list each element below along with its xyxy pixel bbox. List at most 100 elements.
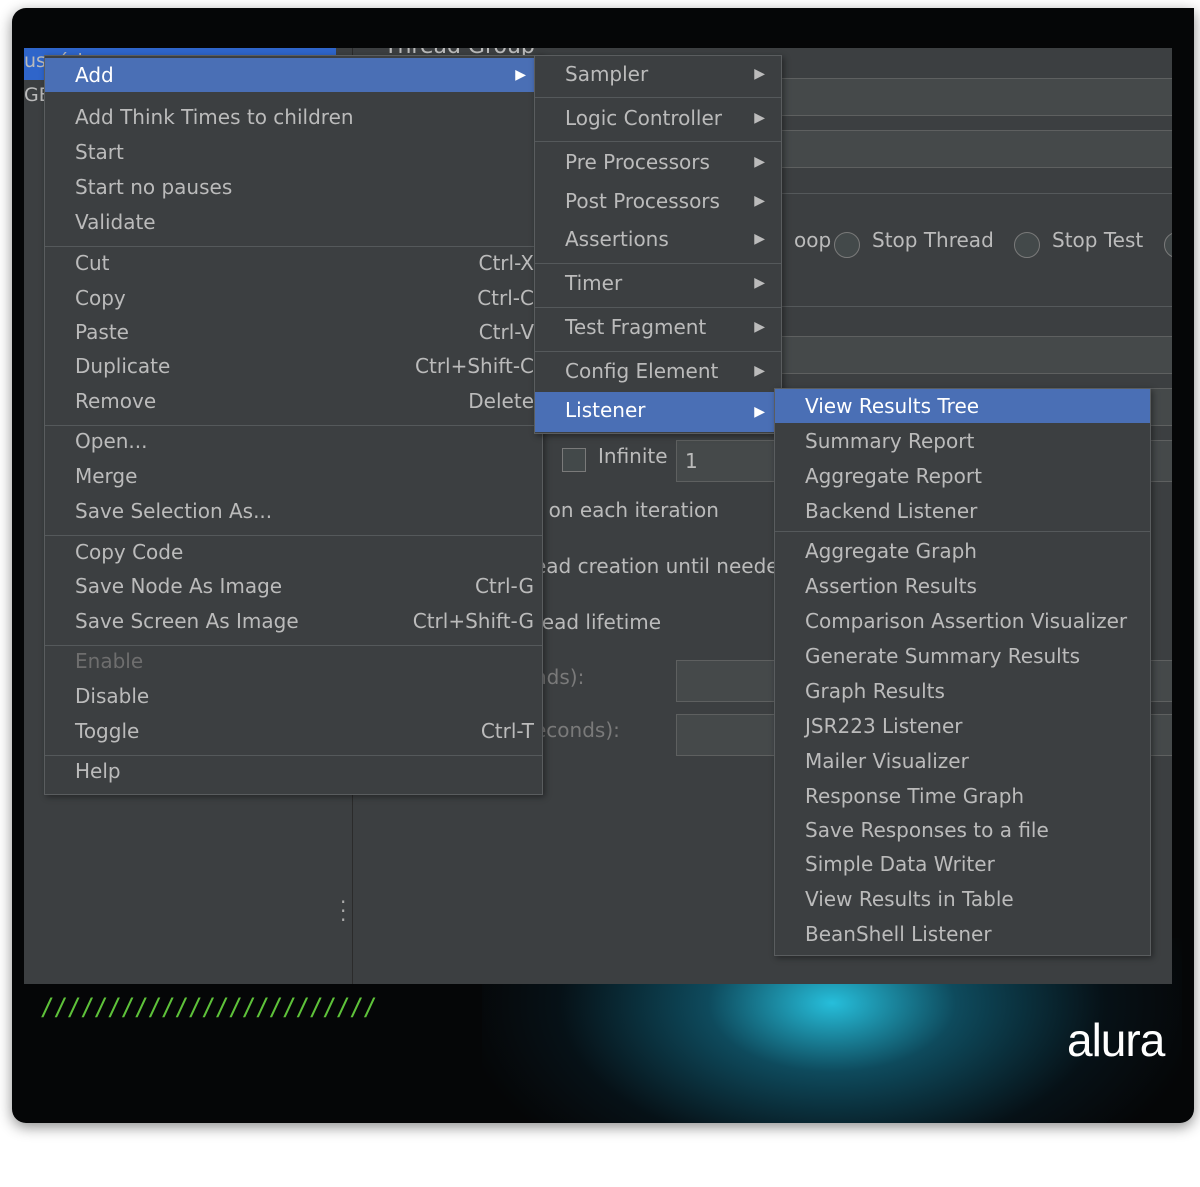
comments-field[interactable] — [774, 130, 1172, 168]
menu-item-label: Add — [75, 63, 114, 87]
menu-item-label: Save Selection As... — [75, 499, 273, 523]
menu-item-label: Save Node As Image — [75, 574, 283, 598]
submenu-arrow-icon: ▶ — [754, 66, 765, 82]
listener-item[interactable]: Simple Data Writer — [775, 847, 1150, 881]
listener-item[interactable]: View Results Tree — [775, 389, 1150, 423]
menu-item-label: Merge — [75, 464, 138, 488]
listener-item[interactable]: Comparison Assertion Visualizer — [775, 604, 1150, 638]
listener-item[interactable]: Response Time Graph — [775, 779, 1150, 813]
infinite-label: Infinite — [598, 444, 668, 468]
menu-item-merge[interactable]: Merge — [45, 459, 542, 493]
menu-separator — [535, 263, 781, 264]
menu-item-start-no-pauses[interactable]: Start no pauses — [45, 170, 542, 204]
menu-item-label: Pre Processors — [565, 150, 710, 174]
stop-thread-radio[interactable] — [834, 232, 860, 258]
menu-item-assertions[interactable]: Assertions ▶ — [535, 222, 781, 256]
submenu-arrow-icon: ▶ — [754, 275, 765, 291]
menu-item-label: Copy Code — [75, 540, 184, 564]
listener-item[interactable]: Aggregate Report — [775, 459, 1150, 493]
alura-logo: alura — [1067, 1014, 1165, 1066]
menu-item-save-selection-as[interactable]: Save Selection As... — [45, 494, 542, 528]
menu-item-copy[interactable]: Copy Ctrl-C — [45, 281, 542, 315]
menu-item-paste[interactable]: Paste Ctrl-V — [45, 315, 542, 349]
listener-item[interactable]: Generate Summary Results — [775, 639, 1150, 673]
menu-item-label: Sampler — [565, 62, 649, 86]
menu-item-label: Simple Data Writer — [805, 852, 995, 876]
menu-item-timer[interactable]: Timer ▶ — [535, 266, 781, 300]
menu-item-toggle[interactable]: Toggle Ctrl-T — [45, 714, 542, 748]
listener-item[interactable]: Graph Results — [775, 674, 1150, 708]
listener-item[interactable]: JSR223 Listener — [775, 709, 1150, 743]
menu-item-label: View Results in Table — [805, 887, 1014, 911]
menu-item-test-fragment[interactable]: Test Fragment ▶ — [535, 310, 781, 344]
menu-item-label: Summary Report — [805, 429, 975, 453]
menu-item-label: Post Processors — [565, 189, 720, 213]
menu-item-logic-controller[interactable]: Logic Controller ▶ — [535, 101, 781, 135]
menu-item-label: Assertions — [565, 227, 669, 251]
menu-item-listener[interactable]: Listener ▶ — [535, 392, 781, 432]
stop-test-radio[interactable] — [1014, 232, 1040, 258]
listener-submenu: View Results Tree Summary Report Aggregate… — [774, 388, 1151, 956]
menu-item-pre-processors[interactable]: Pre Processors ▶ — [535, 145, 781, 179]
menu-item-label: Assertion Results — [805, 574, 977, 598]
menu-item-copy-code[interactable]: Copy Code — [45, 535, 542, 569]
menu-item-label: Add Think Times to children — [75, 105, 354, 129]
submenu-arrow-icon: ▶ — [754, 363, 765, 379]
menu-item-label: BeanShell Listener — [805, 922, 992, 946]
menu-item-label: Aggregate Graph — [805, 539, 977, 563]
menu-item-label: Save Screen As Image — [75, 609, 299, 633]
shortcut-label: Ctrl-T — [480, 719, 534, 743]
menu-item-label: JSR223 Listener — [805, 714, 963, 738]
menu-item-label: Toggle — [75, 719, 140, 743]
listener-item[interactable]: View Results in Table — [775, 882, 1150, 916]
menu-item-label: Start no pauses — [75, 175, 233, 199]
menu-item-enable: Enable — [45, 644, 542, 678]
menu-separator — [775, 531, 1150, 532]
threads-field[interactable] — [774, 336, 1172, 374]
menu-item-remove[interactable]: Remove Delete — [45, 384, 542, 418]
menu-item-cut[interactable]: Cut Ctrl-X — [45, 246, 542, 280]
decorative-stripes: ///////////////////////// — [40, 993, 377, 1021]
menu-item-validate[interactable]: Validate — [45, 205, 542, 239]
panel-divider-2 — [774, 306, 1172, 307]
menu-item-label: Graph Results — [805, 679, 945, 703]
menu-item-config-element[interactable]: Config Element ▶ — [535, 354, 781, 388]
menu-item-post-processors[interactable]: Post Processors ▶ — [535, 184, 781, 218]
menu-item-add-think-times[interactable]: Add Think Times to children — [45, 100, 542, 134]
listener-item[interactable]: Summary Report — [775, 424, 1150, 458]
menu-item-sampler[interactable]: Sampler ▶ — [535, 57, 781, 91]
startup-delay-label: econds): — [534, 718, 620, 742]
menu-item-label: Validate — [75, 210, 156, 234]
listener-item[interactable]: Save Responses to a file — [775, 813, 1150, 847]
split-grip-icon[interactable]: · · · — [340, 892, 346, 930]
submenu-arrow-icon: ▶ — [754, 319, 765, 335]
listener-item[interactable]: Assertion Results — [775, 569, 1150, 603]
menu-item-open[interactable]: Open... — [45, 424, 542, 458]
menu-item-label: Comparison Assertion Visualizer — [805, 609, 1128, 633]
menu-item-duplicate[interactable]: Duplicate Ctrl+Shift-C — [45, 349, 542, 383]
menu-item-save-screen-as-image[interactable]: Save Screen As Image Ctrl+Shift-G — [45, 604, 542, 638]
shortcut-label: Ctrl+Shift-C — [415, 354, 534, 378]
infinite-checkbox[interactable] — [562, 448, 586, 472]
menu-item-start[interactable]: Start — [45, 135, 542, 169]
menu-item-label: Aggregate Report — [805, 464, 982, 488]
listener-item[interactable]: BeanShell Listener — [775, 917, 1150, 951]
shortcut-label: Ctrl-X — [478, 251, 534, 275]
menu-item-label: Enable — [75, 649, 144, 673]
menu-item-disable[interactable]: Disable — [45, 679, 542, 713]
panel-divider — [774, 193, 1172, 194]
listener-item[interactable]: Mailer Visualizer — [775, 744, 1150, 778]
listener-item[interactable]: Backend Listener — [775, 494, 1150, 528]
menu-item-label: Logic Controller — [565, 106, 723, 130]
menu-item-help[interactable]: Help — [45, 754, 542, 788]
menu-item-add[interactable]: Add ▶ — [45, 58, 542, 92]
name-field[interactable] — [774, 78, 1172, 116]
menu-item-label: Timer — [565, 271, 623, 295]
add-submenu: Sampler ▶ Logic Controller ▶ Pre Processor… — [534, 55, 782, 434]
submenu-arrow-icon: ▶ — [754, 193, 765, 209]
menu-item-save-node-as-image[interactable]: Save Node As Image Ctrl-G — [45, 569, 542, 603]
stop-test-now-radio[interactable] — [1164, 232, 1172, 258]
submenu-arrow-icon: ▶ — [754, 404, 765, 420]
menu-item-label: Cut — [75, 251, 110, 275]
listener-item[interactable]: Aggregate Graph — [775, 534, 1150, 568]
